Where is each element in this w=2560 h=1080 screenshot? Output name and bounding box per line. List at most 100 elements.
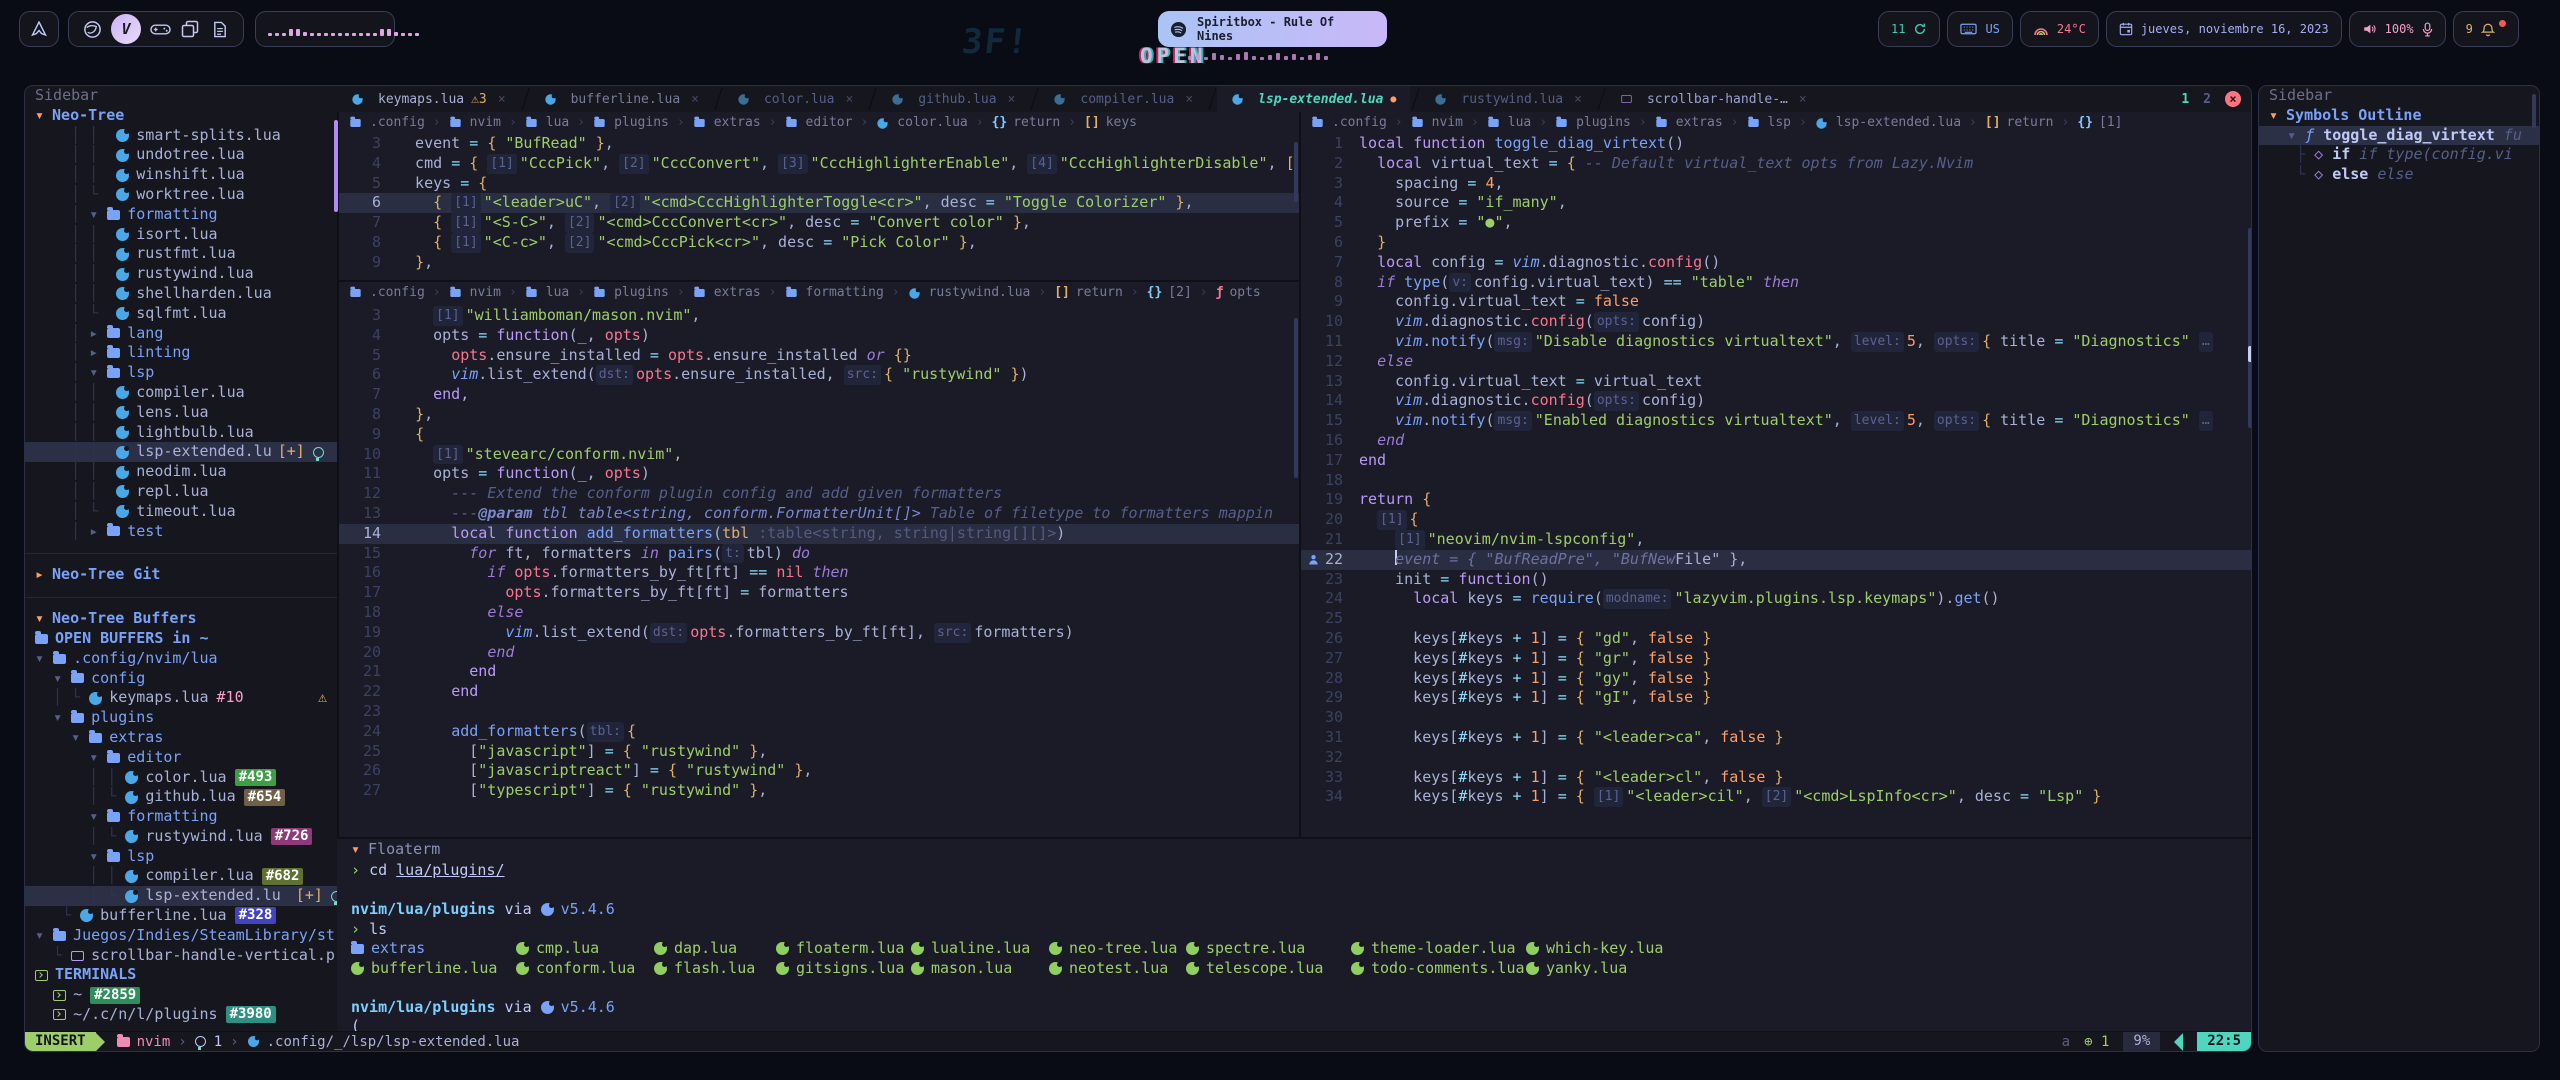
symbols-outline-header[interactable]: ▾ Symbols Outline xyxy=(2259,106,2539,126)
tab-close-icon[interactable]: × xyxy=(1574,92,1582,107)
tree-item[interactable]: ▾ extras xyxy=(25,728,337,748)
tab-close-icon[interactable]: × xyxy=(1185,92,1193,107)
tree-item[interactable]: │ │ neodim.lua xyxy=(25,462,337,482)
ls-entry[interactable]: which-key.lua xyxy=(1526,939,2251,959)
chevron-right-icon[interactable]: ▸ xyxy=(89,522,107,542)
chevron-down-icon[interactable]: ▾ xyxy=(53,708,71,728)
tree-item[interactable]: OPEN BUFFERS in ~ xyxy=(25,629,337,649)
music-widget[interactable]: Spiritbox - Rule Of Nines xyxy=(1158,11,1387,47)
terminal-command-line[interactable]: › cd lua/plugins/ xyxy=(337,861,2251,881)
chevron-down-icon[interactable]: ▾ xyxy=(89,748,107,768)
tree-item[interactable]: │ │ isort.lua xyxy=(25,225,337,245)
tab-lsp-extended-lua[interactable]: lsp-extended.lua● xyxy=(1217,86,1410,112)
keyboard-layout-widget[interactable]: US xyxy=(1947,11,2012,47)
tab-close-icon[interactable]: × xyxy=(691,92,699,107)
ls-entry[interactable]: lualine.lua xyxy=(911,939,1049,959)
tree-item[interactable]: │ ▸ lang xyxy=(25,324,337,344)
chevron-right-icon[interactable]: ▸ xyxy=(89,324,107,344)
scrollbar-pane-lsp-extended[interactable] xyxy=(2247,138,2252,837)
tree-item[interactable]: │ └ timeout.lua xyxy=(25,502,337,522)
workspace-notes[interactable] xyxy=(209,18,231,40)
tree-item[interactable]: │ │ lightbulb.lua xyxy=(25,423,337,443)
tree-item[interactable]: ▾ config xyxy=(25,669,337,689)
tree-item[interactable]: │ ▸ linting xyxy=(25,343,337,363)
tree-item[interactable]: │ │ shellharden.lua xyxy=(25,284,337,304)
chevron-down-icon[interactable]: ▾ xyxy=(89,205,107,225)
ls-entry[interactable]: bufferline.lua xyxy=(351,959,516,979)
workspace-neovim[interactable]: V xyxy=(111,14,141,44)
tree-item[interactable]: │ │ repl.lua xyxy=(25,482,337,502)
breadcrumb-color[interactable]: .config›nvim›lua›plugins›extras›editor›c… xyxy=(339,112,1299,134)
ls-entry[interactable]: cmp.lua xyxy=(516,939,654,959)
chevron-down-icon[interactable]: ▾ xyxy=(89,807,107,827)
tree-item[interactable]: │ ▸ test xyxy=(25,522,337,542)
code-area-color[interactable]: 3 event = { "BufRead" },4 cmd = { [1]"Cc… xyxy=(339,134,1299,273)
app-launcher-button[interactable] xyxy=(19,11,59,47)
sidebar-scrollbar-handle[interactable] xyxy=(334,120,338,212)
tree-item[interactable]: ~#2859 xyxy=(25,985,337,1005)
tab-close-icon[interactable]: × xyxy=(498,92,506,107)
tree-item[interactable]: │ └ keymaps.lua#10⚠ xyxy=(25,688,337,708)
tree-item[interactable]: │ ▾ formatting xyxy=(25,205,337,225)
tree-item[interactable]: ▾ formatting xyxy=(25,807,337,827)
chevron-right-icon[interactable]: ▸ xyxy=(89,343,107,363)
chevron-down-icon[interactable]: ▾ xyxy=(89,363,107,383)
volume-widget[interactable]: 100% xyxy=(2349,11,2446,47)
ls-entry[interactable]: spectre.lua xyxy=(1186,939,1351,959)
tree-item[interactable]: │ ▾ lsp xyxy=(25,363,337,383)
tree-item[interactable]: │ │ compiler.lua xyxy=(25,383,337,403)
terminal-command-line[interactable]: › ls xyxy=(337,920,2251,940)
breadcrumb-lsp-extended[interactable]: .config›nvim›lua›plugins›extras›lsp›lsp-… xyxy=(1301,112,2252,134)
editor-pane-color[interactable]: .config›nvim›lua›plugins›extras›editor›c… xyxy=(339,112,1299,280)
tree-item[interactable]: │ │ compiler.lua#682 xyxy=(25,866,337,886)
outline-item-toggle_diag_virtext[interactable]: ▾ ƒ toggle_diag_virtext fu xyxy=(2259,126,2539,146)
tree-item[interactable]: ▾ lsp xyxy=(25,847,337,867)
editor-pane-lsp-extended[interactable]: .config›nvim›lua›plugins›extras›lsp›lsp-… xyxy=(1301,112,2252,837)
tree-item[interactable]: ▾ .config/nvim/lua xyxy=(25,649,337,669)
tree-item[interactable]: └ scrollbar-handle-vertical.p xyxy=(25,946,337,966)
tree-item[interactable]: │ │ rustywind.lua xyxy=(25,264,337,284)
floaterm-panel[interactable]: ▾ Floaterm › cd lua/plugins/nvim/lua/plu… xyxy=(337,837,2251,1036)
clock-widget[interactable]: jueves, noviembre 16, 2023 xyxy=(2106,11,2342,47)
weather-widget[interactable]: 24°C xyxy=(2020,11,2099,47)
tab-bufferline-lua[interactable]: bufferline.lua× xyxy=(530,86,713,112)
ls-entry[interactable]: conform.lua xyxy=(516,959,654,979)
tree-item[interactable]: │ └ rustywind.lua#726 xyxy=(25,827,337,847)
chevron-down-icon[interactable]: ▾ xyxy=(53,669,71,689)
chevron-down-icon[interactable]: ▾ xyxy=(71,728,89,748)
breadcrumb-rustywind[interactable]: .config›nvim›lua›plugins›extras›formatti… xyxy=(339,282,1299,304)
chevron-down-icon[interactable]: ▾ xyxy=(35,926,53,946)
ls-entry[interactable]: todo-comments.lua xyxy=(1351,959,1526,979)
outline-scrollbar-handle[interactable] xyxy=(2532,94,2536,128)
workspace-firefox[interactable] xyxy=(81,18,103,40)
outline-item-else[interactable]: └ ◇ else else xyxy=(2259,165,2539,185)
code-area-rustywind[interactable]: 3 [1]"williamboman/mason.nvim",4 opts = … xyxy=(339,306,1299,801)
tab-rustywind-lua[interactable]: rustywind.lua× xyxy=(1420,86,1596,112)
tree-item[interactable]: │ │ color.lua#493 xyxy=(25,768,337,788)
tab-close-icon[interactable]: × xyxy=(1008,92,1016,107)
section-header-neo-tree[interactable]: ▾Neo-Tree xyxy=(25,106,337,126)
tab-keymaps-lua[interactable]: keymaps.lua⚠3× xyxy=(337,86,520,112)
workspace-games[interactable] xyxy=(149,18,171,40)
notifications-widget[interactable]: 9 xyxy=(2453,11,2519,47)
tree-item[interactable]: │ └ lsp-extended.lu [+] xyxy=(25,886,337,906)
ls-entry[interactable]: neo-tree.lua xyxy=(1049,939,1186,959)
tab-close-icon[interactable]: × xyxy=(1799,92,1807,107)
tree-item[interactable]: │ │ smart-splits.lua xyxy=(25,126,337,146)
ls-entry[interactable]: theme-loader.lua xyxy=(1351,939,1526,959)
ls-entry[interactable]: yanky.lua xyxy=(1526,959,2251,979)
tab-scrollbar-handle-[interactable]: scrollbar-handle-…× xyxy=(1606,86,1821,112)
tab-close-icon[interactable]: × xyxy=(845,92,853,107)
chevron-down-icon[interactable]: ▾ xyxy=(35,649,53,669)
file-path[interactable]: .config/_/lsp/lsp-extended.lua xyxy=(267,1034,520,1050)
tree-item[interactable]: │ └ github.lua#654 xyxy=(25,787,337,807)
tab-compiler-lua[interactable]: compiler.lua× xyxy=(1039,86,1207,112)
tree-item[interactable]: └ bufferline.lua#328 xyxy=(25,906,337,926)
tree-item[interactable]: ~/.c/n/l/plugins#3980 xyxy=(25,1005,337,1025)
updates-widget[interactable]: 11 xyxy=(1878,11,1940,47)
tab-github-lua[interactable]: github.lua× xyxy=(877,86,1029,112)
tabpage-1[interactable]: 1 xyxy=(2181,92,2189,107)
close-all-button[interactable]: × xyxy=(2225,91,2241,107)
ls-entry[interactable]: neotest.lua xyxy=(1049,959,1186,979)
tree-item[interactable]: │ │ rustfmt.lua xyxy=(25,244,337,264)
